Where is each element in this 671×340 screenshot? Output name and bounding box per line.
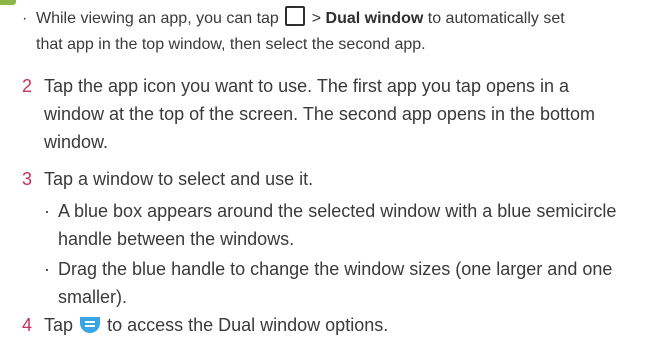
tip-line-2: that app in the top window, then select … bbox=[36, 36, 426, 53]
step-3-bullet-1: · A blue box appears around the selected … bbox=[44, 201, 617, 221]
square-button-icon bbox=[285, 6, 306, 26]
tip-line-1: · While viewing an app, you can tap > Dua… bbox=[22, 6, 565, 30]
bullet-text: A blue box appears around the selected w… bbox=[58, 201, 617, 221]
step-2: 2 Tap the app icon you want to use. The f… bbox=[22, 73, 569, 99]
step-4-pre: Tap bbox=[44, 315, 74, 335]
step-4: 4 Tap to access the Dual window options. bbox=[22, 312, 388, 338]
tip-text-start: While viewing an app, you can tap bbox=[36, 10, 279, 27]
tip-text-end: to automatically set bbox=[427, 10, 565, 27]
step-number: 4 bbox=[22, 315, 33, 335]
step-2-line-1: Tap the app icon you want to use. The fi… bbox=[44, 76, 570, 96]
step-3: 3 Tap a window to select and use it. bbox=[22, 166, 313, 192]
step-2-line-2: window at the top of the screen. The sec… bbox=[44, 104, 596, 124]
step-number: 2 bbox=[22, 76, 33, 96]
section-marker bbox=[0, 0, 16, 5]
menu-handle-icon bbox=[80, 317, 101, 333]
step-4-post: to access the Dual window options. bbox=[107, 315, 389, 335]
step-3-bullet-2-cont: smaller). bbox=[58, 287, 128, 307]
bullet-text: Drag the blue handle to change the windo… bbox=[58, 259, 613, 279]
step-3-line-1: Tap a window to select and use it. bbox=[44, 169, 314, 189]
dual-window-label: Dual window bbox=[325, 10, 424, 27]
step-3-bullet-2: · Drag the blue handle to change the wind… bbox=[44, 259, 613, 279]
step-number: 3 bbox=[22, 169, 33, 189]
tip-arrow: > bbox=[311, 10, 322, 27]
step-2-line-3: window. bbox=[44, 132, 109, 152]
step-3-bullet-1-cont: handle between the windows. bbox=[58, 229, 295, 249]
